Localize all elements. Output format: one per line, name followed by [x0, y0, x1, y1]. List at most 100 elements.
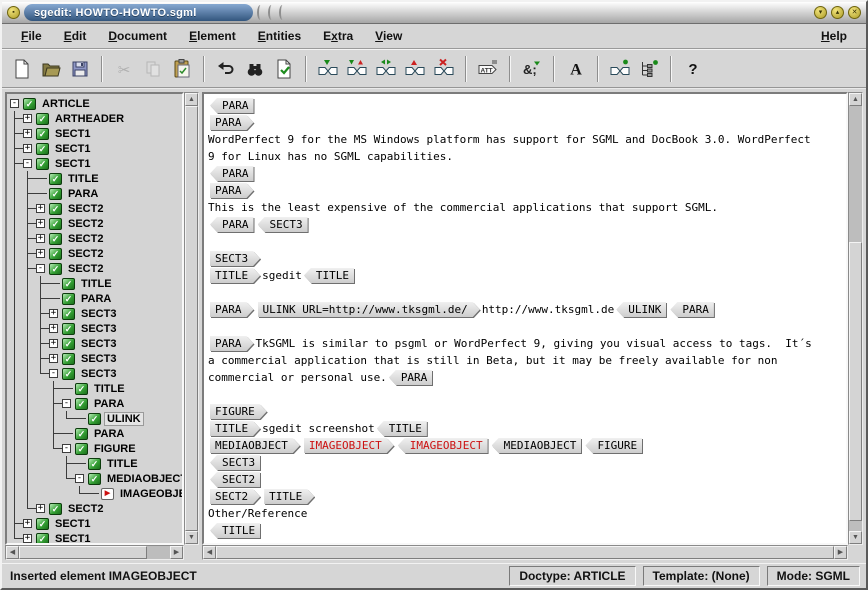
expand-icon[interactable]: +: [36, 219, 45, 228]
expand-icon[interactable]: +: [36, 504, 45, 513]
menu-help[interactable]: Help: [810, 26, 858, 46]
expand-icon[interactable]: +: [49, 324, 58, 333]
tree-node-sect3[interactable]: +✓SECT3: [7, 306, 182, 321]
insert-element-here-button[interactable]: [606, 55, 634, 83]
tree-node-label[interactable]: SECT1: [53, 533, 92, 545]
collapse-icon[interactable]: -: [62, 444, 71, 453]
tree-node-label[interactable]: ULINK: [105, 413, 143, 425]
tree-node-label[interactable]: SECT2: [66, 263, 105, 275]
expand-icon[interactable]: +: [49, 339, 58, 348]
sgml-start-tag-para[interactable]: PARA: [210, 302, 254, 317]
close-button[interactable]: ✕: [848, 6, 861, 19]
tree-node-label[interactable]: SECT2: [66, 248, 105, 260]
editor-vertical-scrollbar[interactable]: ▲ ▼: [848, 92, 863, 545]
tree-node-title[interactable]: ✓TITLE: [7, 381, 182, 396]
tree-node-title[interactable]: ✓TITLE: [7, 171, 182, 186]
tree-horizontal-scrollbar[interactable]: ◀ ▶: [5, 545, 184, 560]
find-button[interactable]: [241, 55, 269, 83]
menu-file[interactable]: File: [10, 26, 53, 46]
tree-node-label[interactable]: SECT2: [66, 203, 105, 215]
sgml-end-tag-para[interactable]: PARA: [210, 217, 254, 232]
new-document-button[interactable]: [8, 55, 36, 83]
text-run[interactable]: a commercial application that is still i…: [208, 354, 778, 367]
text-run[interactable]: commercial or personal use.: [208, 371, 387, 384]
expand-icon[interactable]: +: [23, 519, 32, 528]
expand-icon[interactable]: +: [36, 204, 45, 213]
paste-button[interactable]: [168, 55, 196, 83]
tree-node-label[interactable]: SECT1: [53, 128, 92, 140]
element-structure-view-button[interactable]: [635, 55, 663, 83]
sgml-end-tag-imageobject[interactable]: IMAGEOBJECT: [398, 438, 488, 453]
scroll-left-icon[interactable]: ◀: [6, 546, 19, 559]
tree-node-label[interactable]: PARA: [66, 188, 100, 200]
tree-node-label[interactable]: PARA: [92, 398, 126, 410]
sgml-start-tag-figure[interactable]: FIGURE: [210, 404, 267, 419]
tree-node-sect2[interactable]: +✓SECT2: [7, 501, 182, 516]
sgml-start-tag-title[interactable]: TITLE: [210, 421, 260, 436]
tree-node-title[interactable]: ✓TITLE: [7, 276, 182, 291]
menu-document[interactable]: Document: [97, 26, 178, 46]
tree-node-para[interactable]: ✓PARA: [7, 291, 182, 306]
menu-extra[interactable]: Extra: [312, 26, 364, 46]
minimize-button[interactable]: ▾: [814, 6, 827, 19]
sgml-start-tag-sect3[interactable]: SECT3: [210, 251, 260, 266]
sgml-end-tag-para[interactable]: PARA: [670, 302, 714, 317]
tree-node-label[interactable]: SECT3: [79, 338, 118, 350]
tree-node-label[interactable]: PARA: [92, 428, 126, 440]
replace-element-button[interactable]: [343, 55, 371, 83]
sgml-start-tag-title[interactable]: TITLE: [210, 268, 260, 283]
sgml-start-tag-ulink[interactable]: ULINK URL=http://www.tksgml.de/: [258, 302, 480, 317]
tree-node-label[interactable]: SECT2: [66, 503, 105, 515]
tree-node-label[interactable]: SECT3: [79, 308, 118, 320]
tree-node-sect1[interactable]: +✓SECT1: [7, 126, 182, 141]
tree-node-sect1[interactable]: +✓SECT1: [7, 516, 182, 531]
tree-node-label[interactable]: SECT2: [66, 218, 105, 230]
undo-button[interactable]: [212, 55, 240, 83]
tree-node-label[interactable]: SECT1: [53, 158, 92, 170]
collapse-icon[interactable]: -: [23, 159, 32, 168]
tree-vscroll-thumb[interactable]: [185, 106, 198, 531]
text-run[interactable]: TkSGML is similar to psgml or WordPerfec…: [256, 337, 812, 350]
tree-node-imageobject[interactable]: ▶IMAGEOBJECT: [7, 486, 182, 501]
sgml-end-tag-para[interactable]: PARA: [210, 166, 254, 181]
expand-icon[interactable]: +: [23, 114, 32, 123]
remove-tags-button[interactable]: [401, 55, 429, 83]
tree-node-para[interactable]: -✓PARA: [7, 396, 182, 411]
expand-icon[interactable]: +: [49, 309, 58, 318]
tree-node-sect2[interactable]: +✓SECT2: [7, 246, 182, 261]
edit-attributes-button[interactable]: ATT: [474, 55, 502, 83]
tree-node-label[interactable]: TITLE: [66, 173, 101, 185]
tree-node-sect2[interactable]: -✓SECT2: [7, 261, 182, 276]
sgml-start-tag-para[interactable]: PARA: [210, 336, 254, 351]
tree-node-label[interactable]: MEDIAOBJECT: [105, 473, 184, 485]
tree-node-sect1[interactable]: +✓SECT1: [7, 531, 182, 545]
tree-node-mediaobject[interactable]: -✓MEDIAOBJECT: [7, 471, 182, 486]
open-file-button[interactable]: [37, 55, 65, 83]
cut-button[interactable]: ✂: [110, 55, 138, 83]
save-file-button[interactable]: [66, 55, 94, 83]
tree-node-label[interactable]: TITLE: [92, 383, 127, 395]
collapse-icon[interactable]: -: [62, 399, 71, 408]
collapse-icon[interactable]: -: [49, 369, 58, 378]
sgml-end-tag-mediaobject[interactable]: MEDIAOBJECT: [492, 438, 582, 453]
split-element-button[interactable]: [372, 55, 400, 83]
insert-entity-button[interactable]: &;: [518, 55, 546, 83]
collapse-icon[interactable]: -: [10, 99, 19, 108]
menu-edit[interactable]: Edit: [53, 26, 98, 46]
scroll-down-icon[interactable]: ▼: [185, 531, 198, 544]
tree-node-artheader[interactable]: +✓ARTHEADER: [7, 111, 182, 126]
tree-node-article[interactable]: -✓ARTICLE: [7, 96, 182, 111]
expand-icon[interactable]: +: [23, 144, 32, 153]
insert-element-button[interactable]: [314, 55, 342, 83]
tree-node-sect3[interactable]: +✓SECT3: [7, 351, 182, 366]
editor-view[interactable]: PARAPARAWordPerfect 9 for the MS Windows…: [202, 92, 848, 545]
collapse-icon[interactable]: -: [36, 264, 45, 273]
expand-icon[interactable]: +: [23, 129, 32, 138]
sgml-end-tag-sect2[interactable]: SECT2: [210, 472, 260, 487]
editor-hscroll-thumb[interactable]: [216, 546, 834, 559]
copy-button[interactable]: [139, 55, 167, 83]
tree-node-sect2[interactable]: +✓SECT2: [7, 231, 182, 246]
sgml-end-tag-title[interactable]: TITLE: [304, 268, 354, 283]
text-run[interactable]: http://www.tksgml.de: [482, 303, 614, 316]
sgml-start-tag-imageobject[interactable]: IMAGEOBJECT: [304, 438, 394, 453]
